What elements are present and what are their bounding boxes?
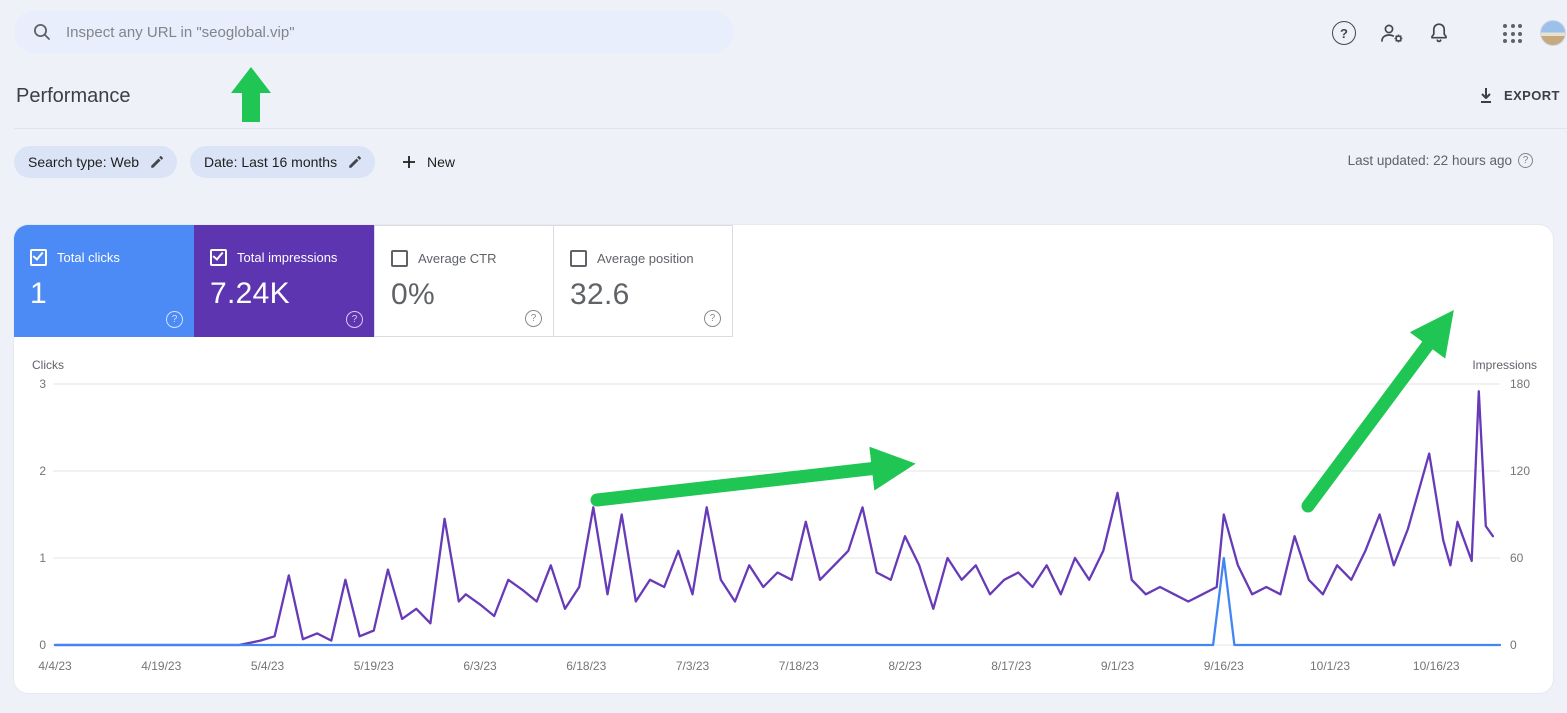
- checkbox-checked-icon[interactable]: [210, 249, 227, 266]
- metric-label: Average position: [597, 251, 694, 266]
- url-inspect-search-bar[interactable]: [14, 10, 734, 54]
- apps-grid-icon[interactable]: [1503, 24, 1522, 43]
- new-filter-label: New: [427, 154, 456, 170]
- help-icon[interactable]: ?: [1332, 21, 1356, 45]
- search-type-chip-label: Search type: Web: [28, 154, 140, 170]
- date-range-chip[interactable]: Date: Last 16 months: [190, 146, 376, 178]
- performance-chart[interactable]: 3 180 2 120 1 60 0 0 Clicks Impressions 4/4/23 4/19…: [14, 355, 1553, 690]
- svg-text:9/16/23: 9/16/23: [1204, 659, 1244, 673]
- metric-card-average-ctr[interactable]: Average CTR 0% ?: [374, 225, 554, 337]
- svg-text:1: 1: [39, 551, 46, 565]
- svg-text:0: 0: [39, 638, 46, 652]
- export-button[interactable]: EXPORT: [1477, 86, 1560, 104]
- header-divider: [14, 128, 1567, 129]
- search-icon: [34, 24, 50, 40]
- svg-text:9/1/23: 9/1/23: [1101, 659, 1135, 673]
- date-range-chip-label: Date: Last 16 months: [204, 154, 338, 170]
- metric-value: 32.6: [570, 278, 630, 311]
- user-avatar[interactable]: [1540, 20, 1566, 46]
- new-filter-button[interactable]: New: [393, 146, 463, 178]
- svg-text:Clicks: Clicks: [32, 358, 64, 372]
- metric-card-average-position[interactable]: Average position 32.6 ?: [553, 225, 733, 337]
- svg-text:6/18/23: 6/18/23: [566, 659, 606, 673]
- page-title: Performance: [16, 85, 131, 107]
- metric-label: Average CTR: [418, 251, 497, 266]
- help-icon[interactable]: ?: [704, 310, 721, 327]
- download-icon: [1481, 88, 1491, 103]
- svg-text:5/19/23: 5/19/23: [354, 659, 394, 673]
- search-bar-up-arrow: [231, 67, 271, 122]
- svg-text:120: 120: [1510, 464, 1530, 478]
- edit-pencil-icon: [349, 155, 362, 168]
- notifications-icon[interactable]: [1427, 21, 1451, 45]
- checkbox-checked-icon[interactable]: [30, 249, 47, 266]
- search-input[interactable]: [64, 22, 734, 42]
- metric-value: 1: [30, 277, 47, 310]
- edit-pencil-icon: [151, 155, 164, 168]
- svg-text:3: 3: [39, 377, 46, 391]
- performance-panel: Total clicks 1 ? Total impressions 7.24K…: [14, 225, 1553, 693]
- svg-text:2: 2: [39, 464, 46, 478]
- svg-text:4/19/23: 4/19/23: [141, 659, 181, 673]
- svg-text:10/16/23: 10/16/23: [1413, 659, 1460, 673]
- help-icon[interactable]: ?: [525, 310, 542, 327]
- svg-text:10/1/23: 10/1/23: [1310, 659, 1350, 673]
- svg-text:7/3/23: 7/3/23: [676, 659, 710, 673]
- last-updated-text: Last updated: 22 hours ago: [1347, 153, 1512, 168]
- svg-text:0: 0: [1510, 638, 1517, 652]
- svg-text:4/4/23: 4/4/23: [38, 659, 72, 673]
- svg-text:6/3/23: 6/3/23: [463, 659, 497, 673]
- svg-text:Impressions: Impressions: [1472, 358, 1537, 372]
- svg-text:7/18/23: 7/18/23: [779, 659, 819, 673]
- metric-card-total-clicks[interactable]: Total clicks 1 ?: [14, 225, 194, 337]
- metric-label: Total clicks: [57, 250, 120, 265]
- metric-value: 7.24K: [210, 277, 290, 310]
- help-icon[interactable]: ?: [1518, 153, 1533, 168]
- svg-text:180: 180: [1510, 377, 1530, 391]
- metric-label: Total impressions: [237, 250, 338, 265]
- help-icon[interactable]: ?: [166, 311, 183, 328]
- checkbox-unchecked-icon[interactable]: [570, 250, 587, 267]
- svg-text:8/2/23: 8/2/23: [888, 659, 922, 673]
- export-label: EXPORT: [1504, 87, 1560, 103]
- svg-text:60: 60: [1510, 551, 1524, 565]
- metric-value: 0%: [391, 278, 435, 311]
- last-updated: Last updated: 22 hours ago ?: [1348, 153, 1533, 168]
- user-settings-icon[interactable]: [1378, 21, 1406, 45]
- plus-icon: [403, 156, 415, 168]
- metric-card-total-impressions[interactable]: Total impressions 7.24K ?: [194, 225, 374, 337]
- search-type-chip[interactable]: Search type: Web: [14, 146, 178, 178]
- clicks-impressions-line-chart: 3 180 2 120 1 60 0 0 Clicks Impressions 4/4/23 4/19…: [32, 358, 1537, 673]
- checkbox-unchecked-icon[interactable]: [391, 250, 408, 267]
- svg-text:8/17/23: 8/17/23: [991, 659, 1031, 673]
- help-icon[interactable]: ?: [346, 311, 363, 328]
- svg-text:5/4/23: 5/4/23: [251, 659, 285, 673]
